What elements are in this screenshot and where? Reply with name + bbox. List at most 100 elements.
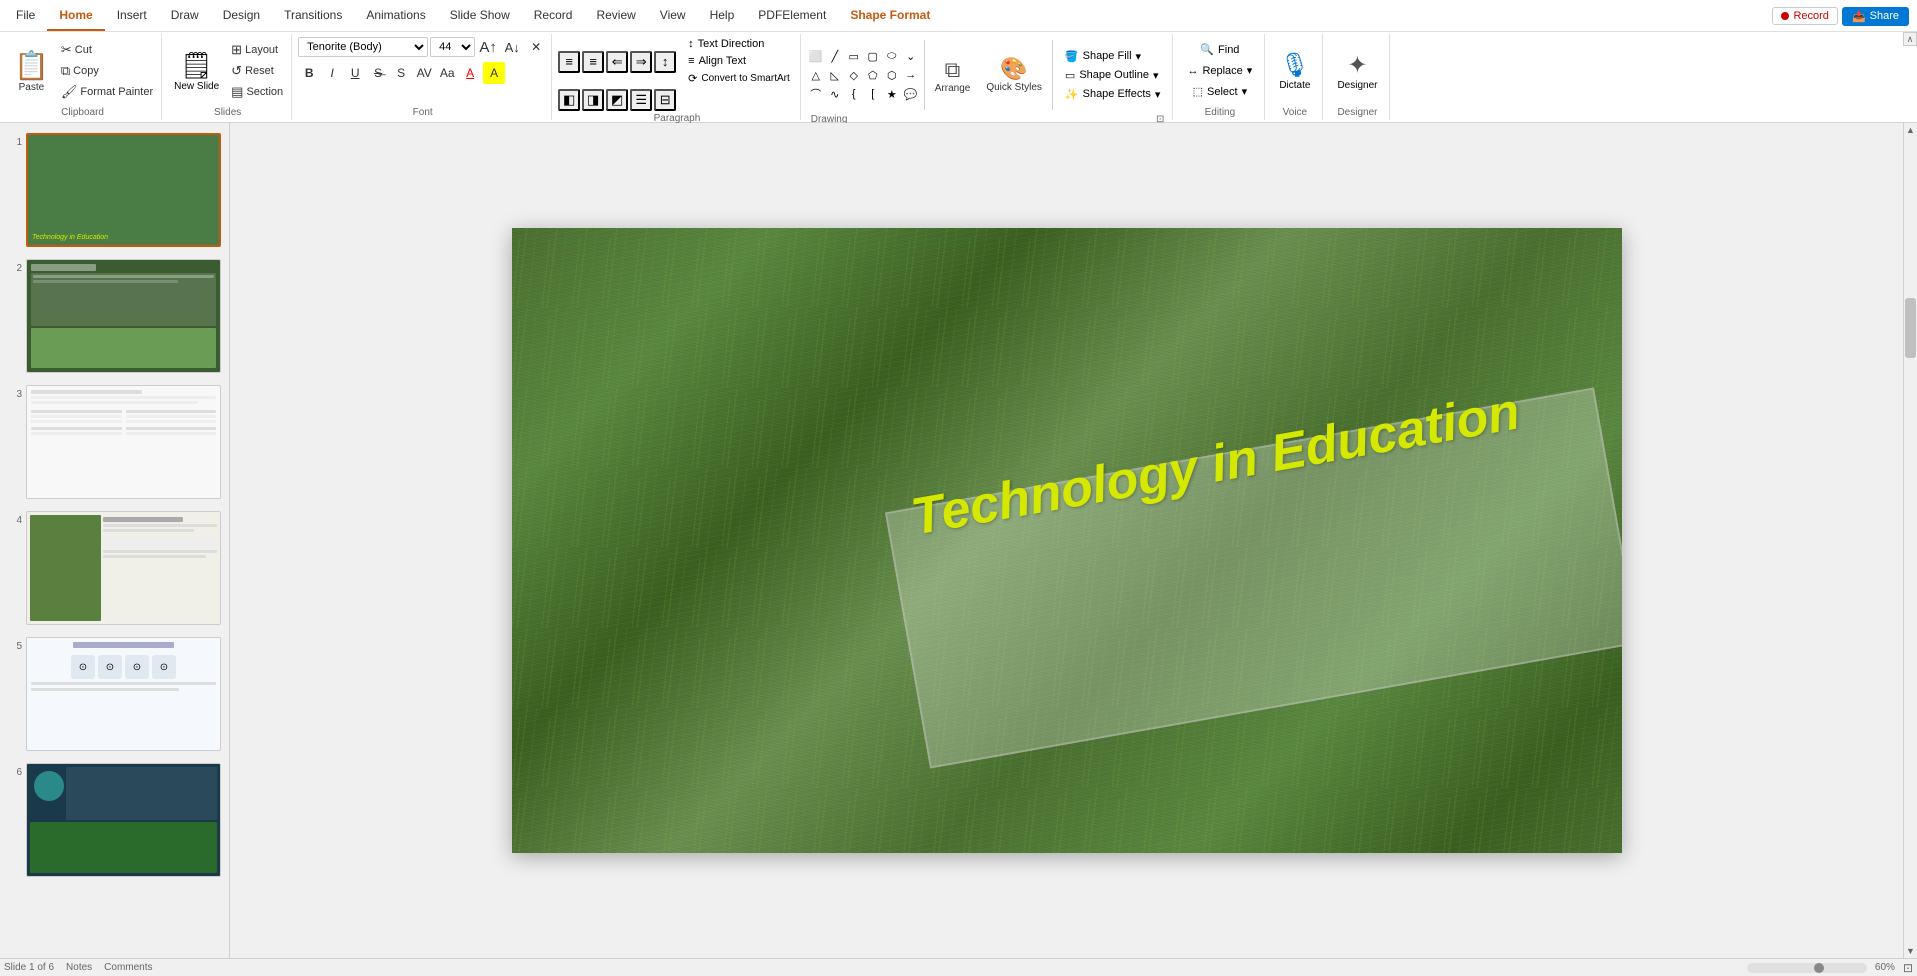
share-button[interactable]: 📤 Share [1842, 7, 1909, 26]
designer-button[interactable]: ✦ Designer [1329, 47, 1385, 95]
numbered-list-button[interactable]: ≡ [582, 51, 604, 73]
reset-button[interactable]: ↺ Reset [227, 61, 287, 81]
tab-animations[interactable]: Animations [354, 0, 437, 31]
shape-fill-dropdown-icon[interactable]: ▾ [1136, 50, 1142, 63]
shape-arrow[interactable]: → [902, 66, 920, 84]
shape-hexagon[interactable]: ⬡ [883, 66, 901, 84]
tab-record[interactable]: Record [522, 0, 585, 31]
font-color-button[interactable]: A [459, 62, 481, 84]
copy-button[interactable]: ⧉ Copy [57, 61, 157, 81]
layout-button[interactable]: ⊞ Layout [227, 40, 287, 60]
zoom-slider[interactable] [1747, 963, 1867, 973]
ribbon-collapse-button[interactable]: ∧ [1903, 32, 1917, 46]
shape-textbox[interactable]: ⬜ [807, 47, 825, 65]
shape-oval[interactable]: ⬭ [883, 47, 901, 65]
select-dropdown-icon[interactable]: ▾ [1242, 85, 1248, 98]
select-button[interactable]: ⬚ Select ▾ [1185, 82, 1256, 101]
title-record-button[interactable]: Record [1772, 7, 1837, 25]
slide-canvas[interactable]: Technology in Education [512, 228, 1622, 853]
slide-6-thumbnail[interactable] [26, 763, 221, 877]
notes-button[interactable]: Notes [66, 962, 92, 973]
replace-dropdown-icon[interactable]: ▾ [1247, 64, 1253, 77]
cut-button[interactable]: ✂ Cut [57, 40, 157, 60]
shape-arc[interactable]: ⌒ [807, 85, 825, 103]
shape-rect[interactable]: ▭ [845, 47, 863, 65]
char-spacing-button[interactable]: AV [413, 62, 435, 84]
shape-outline-button[interactable]: ▭ Shape Outline ▾ [1057, 67, 1169, 84]
decrease-font-size-button[interactable]: A↓ [501, 36, 523, 58]
slide-4-thumbnail[interactable] [26, 511, 221, 625]
shape-pentagon[interactable]: ⬠ [864, 66, 882, 84]
shape-curve[interactable]: ∿ [826, 85, 844, 103]
shape-rounded-rect[interactable]: ▢ [864, 47, 882, 65]
shape-brace-left[interactable]: { [845, 85, 863, 103]
font-family-selector[interactable]: Tenorite (Body) [298, 37, 428, 57]
replace-button[interactable]: ↔ Replace ▾ [1179, 61, 1260, 80]
tab-insert[interactable]: Insert [105, 0, 159, 31]
shape-triangle[interactable]: △ [807, 66, 825, 84]
tab-help[interactable]: Help [698, 0, 747, 31]
strikethrough-button[interactable]: S̶ [367, 62, 389, 84]
new-slide-button[interactable]: 🗒 New Slide [168, 46, 225, 96]
line-spacing-button[interactable]: ↕ [654, 51, 676, 73]
shape-callout[interactable]: 💬 [902, 85, 920, 103]
align-text-button[interactable]: ≡ Align Text [682, 53, 796, 69]
bold-button[interactable]: B [298, 62, 320, 84]
clear-formatting-button[interactable]: ✕ [525, 36, 547, 58]
decrease-indent-button[interactable]: ⇐ [606, 51, 628, 73]
paste-button[interactable]: 📋 Paste [8, 45, 55, 97]
scroll-thumb[interactable] [1905, 298, 1916, 358]
slide-1-thumbnail[interactable]: Technology in Education [26, 133, 221, 247]
scroll-down-arrow[interactable]: ▼ [1904, 944, 1917, 958]
font-case-button[interactable]: Aa [436, 62, 458, 84]
shape-effects-dropdown-icon[interactable]: ▾ [1155, 88, 1161, 101]
underline-button[interactable]: U [344, 62, 366, 84]
section-button[interactable]: ▤ Section [227, 82, 287, 102]
find-button[interactable]: 🔍 Find [1192, 40, 1247, 59]
text-shadow-button[interactable]: S [390, 62, 412, 84]
shape-fill-button[interactable]: 🪣 Shape Fill ▾ [1057, 48, 1169, 65]
bullets-button[interactable]: ≡ [558, 51, 580, 73]
shape-star[interactable]: ★ [883, 85, 901, 103]
tab-view[interactable]: View [648, 0, 698, 31]
slide-2-thumbnail[interactable] [26, 259, 221, 373]
format-painter-button[interactable]: 🖌 Format Painter [57, 82, 157, 102]
tab-file[interactable]: File [4, 0, 47, 31]
quick-styles-button[interactable]: 🎨 Quick Styles [980, 52, 1048, 98]
arrange-button[interactable]: ⧉ Arrange [929, 53, 977, 98]
tab-review[interactable]: Review [584, 0, 647, 31]
comments-button[interactable]: Comments [104, 962, 152, 973]
justify-button[interactable]: ☰ [630, 89, 652, 111]
slide-3-thumbnail[interactable] [26, 385, 221, 499]
shape-outline-dropdown-icon[interactable]: ▾ [1153, 69, 1159, 82]
tab-slideshow[interactable]: Slide Show [438, 0, 522, 31]
columns-button[interactable]: ⊟ [654, 89, 676, 111]
convert-smartart-button[interactable]: ⟳ Convert to SmartArt [682, 70, 796, 87]
tab-pdfelement[interactable]: PDFElement [746, 0, 838, 31]
shape-bracket[interactable]: [ [864, 85, 882, 103]
shape-line[interactable]: ╱ [826, 47, 844, 65]
tab-draw[interactable]: Draw [159, 0, 211, 31]
shape-diamond[interactable]: ◇ [845, 66, 863, 84]
align-center-button[interactable]: ◨ [582, 89, 604, 111]
dictate-button[interactable]: 🎙 Dictate [1271, 47, 1318, 95]
shape-right-triangle[interactable]: ◺ [826, 66, 844, 84]
tab-transitions[interactable]: Transitions [272, 0, 354, 31]
shape-effects-button[interactable]: ✨ Shape Effects ▾ [1057, 86, 1169, 103]
font-size-selector[interactable]: 44 [430, 37, 475, 57]
align-right-button[interactable]: ◩ [606, 89, 628, 111]
italic-button[interactable]: I [321, 62, 343, 84]
scroll-track[interactable] [1904, 137, 1917, 944]
tab-design[interactable]: Design [211, 0, 272, 31]
shape-more[interactable]: ⌄ [902, 47, 920, 65]
scroll-up-arrow[interactable]: ▲ [1904, 123, 1917, 137]
tab-shapeformat[interactable]: Shape Format [838, 0, 942, 31]
increase-indent-button[interactable]: ⇒ [630, 51, 652, 73]
increase-font-size-button[interactable]: A↑ [477, 36, 499, 58]
text-direction-button[interactable]: ↕ Text Direction [682, 36, 796, 52]
tab-home[interactable]: Home [47, 0, 104, 31]
highlight-button[interactable]: A [483, 62, 505, 84]
fit-to-window-button[interactable]: ⊡ [1903, 961, 1913, 975]
slide-5-thumbnail[interactable]: ⊙ ⊙ ⊙ ⊙ [26, 637, 221, 751]
align-left-button[interactable]: ◧ [558, 89, 580, 111]
